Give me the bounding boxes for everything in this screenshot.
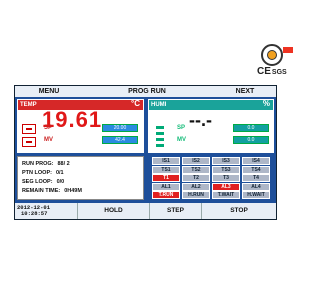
temp-unit: °C (131, 99, 140, 108)
flag-icon (283, 47, 293, 53)
status-indicator-grid: IS1 IS2 IS3 IS4 TS1 TS2 TS3 TS4 T1 T2 T3 T4 AL1 AL2 AL… (148, 156, 274, 200)
run-prog-value: 88/ 2 (57, 161, 70, 167)
status-cell-al3[interactable]: AL3 (212, 182, 240, 191)
status-cell-al4[interactable]: AL4 (242, 182, 270, 191)
prog-run-button[interactable]: PROG RUN (105, 86, 189, 97)
ce-sgs-marks: CESGS (257, 66, 287, 77)
humi-unit: % (262, 99, 270, 108)
status-cell-h-wait[interactable]: H.WAIT (242, 191, 270, 199)
next-button[interactable]: NEXT (215, 86, 275, 97)
seg-loop-label: SEG LOOP: (22, 179, 53, 185)
humi-mv-label: MV (177, 137, 186, 143)
status-cell-ts1[interactable]: TS1 (152, 165, 180, 174)
step-button[interactable]: STEP (149, 203, 201, 219)
status-cell-ts4[interactable]: TS4 (242, 165, 270, 174)
status-cell-t3[interactable]: T3 (212, 174, 240, 182)
temp-mv-value: 42.4 (102, 136, 138, 144)
time-text: 10:28:57 (21, 210, 48, 217)
ce-mark: CE (257, 66, 271, 77)
stop-button[interactable]: STOP (201, 203, 276, 219)
status-cell-t4[interactable]: T4 (242, 174, 270, 182)
remain-time-label: REMAIN TIME: (22, 188, 61, 194)
status-cell-is4[interactable]: IS4 (242, 157, 270, 165)
sgs-mark: SGS (271, 69, 287, 76)
hold-button[interactable]: HOLD (77, 203, 149, 219)
status-cell-ts2[interactable]: TS2 (182, 165, 210, 174)
status-cell-ts3[interactable]: TS3 (212, 165, 240, 174)
temp-label: TEMP (20, 102, 37, 108)
ptn-loop-label: PTN LOOP: (22, 170, 52, 176)
run-prog-label: RUN PROG: (22, 161, 54, 167)
heater-down-icon (22, 137, 36, 147)
remain-time-line: REMAIN TIME: 0H49M (22, 188, 82, 194)
remain-time-value: 0H49M (64, 188, 82, 194)
status-cell-al1[interactable]: AL1 (152, 182, 180, 191)
menu-button[interactable]: MENU (19, 86, 79, 97)
status-cell-al2[interactable]: AL2 (182, 182, 210, 191)
top-toolbar: MENU PROG RUN NEXT (15, 86, 276, 97)
iso-logo-icon (261, 44, 283, 66)
temp-sp-label: SP (44, 125, 53, 131)
humi-sp-value[interactable]: 0.0 (233, 124, 269, 132)
status-cell-is2[interactable]: IS2 (182, 157, 210, 165)
humidity-panel: HUMI % --.- SP 0.0 MV 0.0 (148, 99, 274, 153)
bottom-toolbar: 2012-12-01 10:28:57 HOLD STEP STOP (15, 203, 276, 219)
controller-screen: MENU PROG RUN NEXT TEMP °C 19.61 SP 20.0… (14, 85, 277, 220)
run-prog-line: RUN PROG: 88/ 2 (22, 161, 70, 167)
status-cell-is3[interactable]: IS3 (212, 157, 240, 165)
humi-label: HUMI (151, 102, 167, 108)
status-cell-t2[interactable]: T2 (182, 174, 210, 182)
certification-logos: CESGS (257, 44, 295, 80)
ptn-loop-value: 0/1 (55, 170, 64, 176)
heater-up-icon (22, 124, 36, 134)
status-cell-is1[interactable]: IS1 (152, 157, 180, 165)
status-cell-h-run[interactable]: H.RUN (182, 191, 210, 199)
ptn-loop-line: PTN LOOP: 0/1 (22, 170, 64, 176)
temp-mv-label: MV (44, 137, 53, 143)
program-info-panel: RUN PROG: 88/ 2 PTN LOOP: 0/1 SEG LOOP: 0/0… (17, 156, 144, 200)
datetime-display: 2012-12-01 10:28:57 (17, 205, 50, 217)
humi-sp-label: SP (177, 125, 186, 131)
temp-sp-value[interactable]: 20.00 (102, 124, 138, 132)
humi-value: --.- (189, 110, 212, 130)
humi-mv-value: 0.0 (233, 136, 269, 144)
humidity-gauge-icon (153, 124, 167, 147)
status-cell-t1[interactable]: T1 (152, 174, 180, 182)
status-cell-t-wait[interactable]: T.WAIT (212, 191, 240, 199)
seg-loop-line: SEG LOOP: 0/0 (22, 179, 64, 185)
temperature-panel: TEMP °C 19.61 SP 20.00 MV 42.4 (17, 99, 144, 153)
seg-loop-value: 0/0 (56, 179, 65, 185)
status-cell-t-run[interactable]: T.RUN (152, 191, 180, 199)
